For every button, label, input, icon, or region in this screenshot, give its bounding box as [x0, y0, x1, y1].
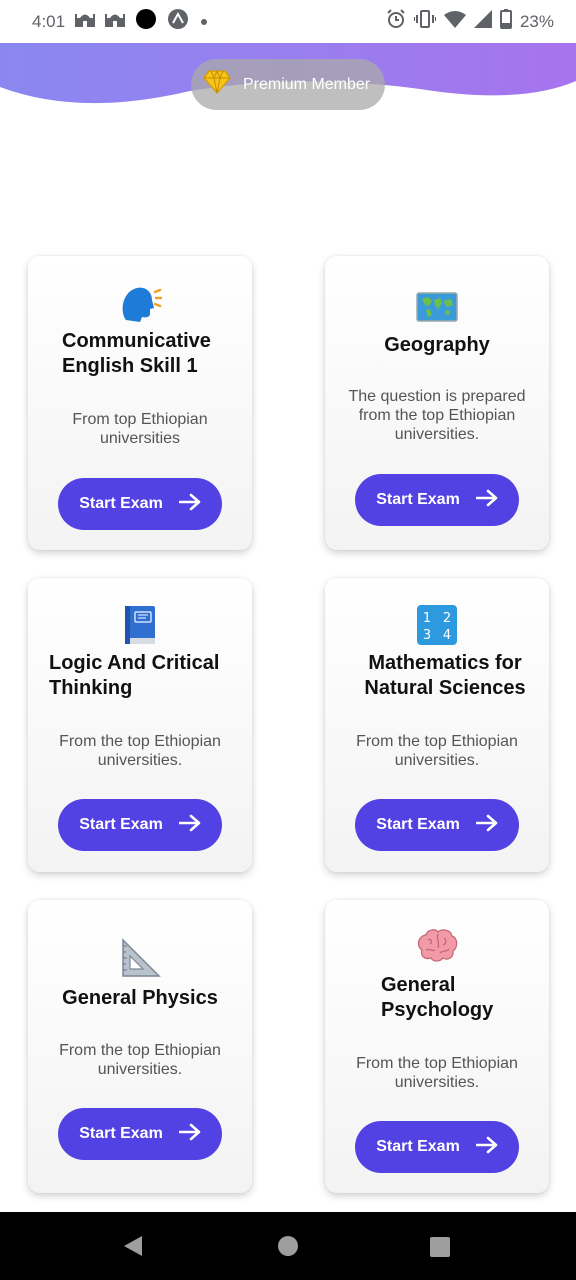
- battery-icon: [499, 9, 512, 34]
- arrow-right-icon: [475, 814, 498, 837]
- alarm-icon: [386, 9, 406, 34]
- arrow-right-icon: [475, 489, 498, 512]
- card-description: From the top Ethiopian universities.: [356, 1055, 518, 1091]
- svg-text:1: 1: [423, 611, 431, 626]
- arrow-right-icon: [178, 814, 201, 837]
- card-title: Mathematics for Natural Sciences: [364, 652, 526, 699]
- start-exam-label: Start Exam: [376, 816, 460, 833]
- start-exam-button[interactable]: Start Exam: [355, 799, 519, 851]
- start-exam-label: Start Exam: [79, 495, 163, 512]
- arrow-right-icon: [475, 1136, 498, 1159]
- mosque-icon: [105, 10, 126, 33]
- svg-text:4: 4: [443, 628, 451, 643]
- status-bar: 4:01 23%: [0, 0, 576, 43]
- brain-icon: [325, 928, 549, 964]
- home-icon[interactable]: [277, 1235, 299, 1262]
- blue-book-icon: [28, 604, 252, 646]
- start-exam-label: Start Exam: [79, 1125, 163, 1142]
- exam-card-geography[interactable]: Geography The question is prepared from …: [325, 256, 549, 550]
- back-icon[interactable]: [122, 1234, 144, 1263]
- triangular-ruler-icon: [28, 938, 252, 980]
- svg-text:2: 2: [443, 611, 451, 626]
- app-notification-icon: [167, 8, 189, 35]
- status-time: 4:01: [32, 11, 66, 31]
- card-title: General Psychology: [381, 974, 494, 1021]
- card-title: General Physics: [62, 987, 218, 1009]
- card-title: Geography: [384, 334, 490, 356]
- arrow-right-icon: [178, 1123, 201, 1146]
- wifi-icon: [443, 10, 466, 33]
- start-exam-label: Start Exam: [79, 816, 163, 833]
- diamond-icon: [203, 69, 231, 100]
- exam-card-communicative-english[interactable]: Communicative English Skill 1 From top E…: [28, 256, 252, 550]
- card-title: Communicative English Skill 1: [62, 330, 211, 377]
- vibrate-icon: [412, 9, 437, 34]
- start-exam-button[interactable]: Start Exam: [355, 474, 519, 526]
- start-exam-label: Start Exam: [376, 1138, 460, 1155]
- navigation-bar: [0, 1212, 576, 1280]
- premium-member-badge[interactable]: Premium Member: [191, 59, 385, 110]
- world-map-icon: [325, 292, 549, 322]
- speaking-head-icon: [28, 282, 252, 324]
- black-circle-icon: [135, 8, 157, 35]
- svg-text:3: 3: [423, 628, 431, 643]
- card-description: From the top Ethiopian universities.: [356, 733, 518, 769]
- exam-card-logic[interactable]: Logic And Critical Thinking From the top…: [28, 578, 252, 872]
- dot-icon: [199, 12, 209, 32]
- card-description: From top Ethiopian universities: [72, 411, 208, 447]
- premium-label: Premium Member: [243, 75, 371, 93]
- card-description: From the top Ethiopian universities.: [59, 1042, 221, 1078]
- card-title: Logic And Critical Thinking: [49, 652, 220, 699]
- exam-card-psychology[interactable]: General Psychology From the top Ethiopia…: [325, 900, 549, 1193]
- cell-signal-icon: [473, 10, 492, 33]
- start-exam-label: Start Exam: [376, 491, 460, 508]
- arrow-right-icon: [178, 493, 201, 516]
- card-description: From the top Ethiopian universities.: [59, 733, 221, 769]
- exam-card-mathematics[interactable]: 1 2 3 4 Mathematics for Natural Sciences…: [325, 578, 549, 872]
- mosque-icon: [75, 10, 96, 33]
- start-exam-button[interactable]: Start Exam: [355, 1121, 519, 1173]
- recents-icon[interactable]: [429, 1236, 451, 1263]
- numbers-1234-icon: 1 2 3 4: [325, 604, 549, 646]
- start-exam-button[interactable]: Start Exam: [58, 478, 222, 530]
- card-description: The question is prepared from the top Et…: [348, 388, 526, 443]
- start-exam-button[interactable]: Start Exam: [58, 799, 222, 851]
- exam-card-physics[interactable]: General Physics From the top Ethiopian u…: [28, 900, 252, 1193]
- battery-percent: 23%: [519, 11, 554, 31]
- start-exam-button[interactable]: Start Exam: [58, 1108, 222, 1160]
